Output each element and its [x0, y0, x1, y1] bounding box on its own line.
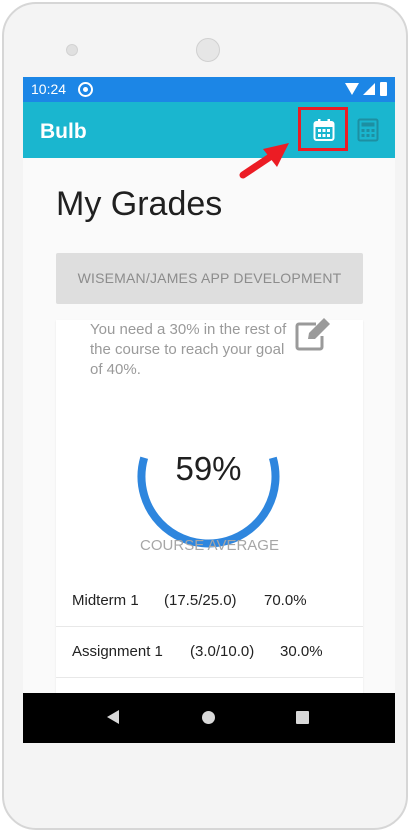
- recent-apps-icon[interactable]: [296, 711, 309, 724]
- sync-icon: [78, 82, 93, 97]
- grade-item-percent: 30.0%: [280, 643, 323, 660]
- wifi-icon: [345, 83, 359, 95]
- course-selector-button[interactable]: WISEMAN/JAMES APP DEVELOPMENT: [56, 253, 363, 304]
- calculator-button[interactable]: [357, 118, 379, 147]
- grade-item-name: Midterm 1: [72, 592, 139, 609]
- battery-icon: [380, 82, 387, 96]
- grade-card: You need a 30% in the rest of the course…: [56, 318, 363, 700]
- red-pointer-arrow-icon: [239, 143, 289, 179]
- course-average-caption: COURSE AVERAGE: [140, 537, 279, 554]
- app-bar: Bulb: [23, 102, 395, 158]
- calculator-icon: [357, 118, 379, 142]
- main-content: My Grades WISEMAN/JAMES APP DEVELOPMENT …: [23, 158, 395, 700]
- home-icon[interactable]: [202, 711, 215, 724]
- grade-row[interactable]: Assignment 1 (3.0/10.0) 30.0%: [56, 627, 363, 678]
- signal-icon: [363, 83, 375, 95]
- status-bar: 10:24: [23, 77, 395, 102]
- front-camera: [196, 38, 220, 62]
- course-average-value: 59%: [175, 450, 242, 487]
- grade-row[interactable]: Midterm 1 (17.5/25.0) 70.0%: [56, 576, 363, 627]
- edit-goal-button[interactable]: [294, 318, 332, 357]
- goal-message: You need a 30% in the rest of the course…: [90, 321, 287, 378]
- grade-item-percent: 70.0%: [264, 592, 307, 609]
- grade-item-score: (17.5/25.0): [164, 592, 237, 609]
- phone-frame: 10:24 Bulb My Grades WISEMAN/JAMES APP D…: [2, 2, 408, 830]
- grade-item-name: Assignment 1: [72, 643, 163, 660]
- calendar-icon: [313, 119, 335, 141]
- system-nav-bar: [23, 693, 395, 743]
- grade-item-score: (3.0/10.0): [190, 643, 255, 660]
- app-title: Bulb: [40, 120, 87, 143]
- page-title: My Grades: [56, 185, 223, 223]
- edit-icon: [295, 318, 330, 351]
- status-time: 10:24: [31, 81, 67, 97]
- screen: 10:24 Bulb My Grades WISEMAN/JAMES APP D…: [23, 77, 395, 743]
- sensor-dot: [66, 44, 78, 56]
- calendar-button[interactable]: [298, 107, 348, 151]
- back-icon[interactable]: [107, 710, 119, 724]
